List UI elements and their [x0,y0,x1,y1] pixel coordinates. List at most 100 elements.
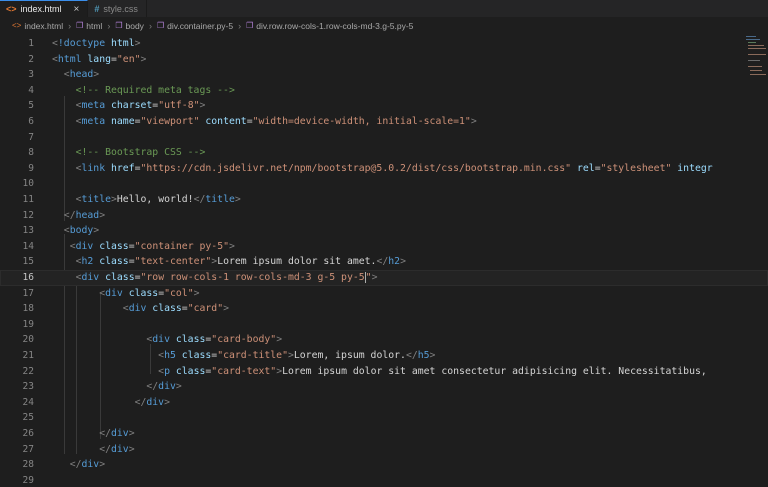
code-line[interactable]: 3 <head> [0,67,768,83]
breadcrumb-item-file[interactable]: <> index.html [12,21,63,31]
line-number: 20 [22,334,34,346]
code-line[interactable]: 9 <link href="https://cdn.jsdelivr.net/n… [0,161,768,177]
code-text: <div class="col"> [52,286,199,302]
code-line[interactable]: 1 <!doctype html> [0,36,768,52]
code-line[interactable]: 16 <div class="row row-cols-1 row-cols-m… [0,270,768,286]
code-line[interactable]: 10 [0,176,768,192]
code-line[interactable]: 23 </div> [0,379,768,395]
line-number: 6 [28,116,34,127]
line-number: 22 [22,365,34,377]
code-token: h5 [417,350,430,361]
code-line[interactable]: 26 </div> [0,426,768,442]
code-token: Hello, world! [116,194,194,205]
line-number: 13 [22,225,34,237]
tab-style-css[interactable]: # style.css [88,0,147,17]
code-token: "text-center" [134,256,212,268]
code-editor[interactable]: 1 <!doctype html> 2 <html lang="en"> 3 <head… [0,34,768,487]
code-text: </div> [52,442,135,458]
code-token: </ [99,428,111,439]
code-token: > [99,209,106,221]
code-line[interactable]: 25 [0,410,768,426]
code-token: "card-body" [211,334,277,346]
breadcrumb-item-body[interactable]: ❒ body [115,21,144,31]
chevron-right-icon: › [238,20,242,31]
code-line[interactable]: 4 <!-- Required meta tags --> [0,83,768,99]
code-line[interactable]: 17 <div class="col"> [0,286,768,302]
code-token: div [158,381,176,393]
code-token: meta [81,116,106,127]
code-line[interactable]: 6 <meta name="viewport" content="width=d… [0,114,768,130]
breadcrumb-item-html[interactable]: ❒ html [76,21,102,31]
code-line[interactable]: 2 <html lang="en"> [0,52,768,68]
code-line[interactable]: 29 [0,473,768,487]
breadcrumb-label: div.row.row-cols-1.row-cols-md-3.g-5.py-… [256,20,414,31]
code-line[interactable]: 22 <p class="card-text">Lorem ipsum dolo… [0,364,768,380]
code-line[interactable]: 19 [0,317,768,333]
code-token: div [128,303,147,315]
code-line[interactable]: 27 </div> [0,442,768,458]
code-token: "https://cdn.jsdelivr.net/npm/bootstrap@… [140,162,572,174]
code-token: </ [134,396,147,408]
code-line[interactable]: 28 </div> [0,457,768,473]
breadcrumb-label: index.html [24,20,64,31]
code-token: </ [69,459,82,471]
code-token: class [175,334,206,346]
code-token: "stylesheet" [600,162,672,174]
code-token: "en" [116,53,141,65]
code-token: > [128,443,135,455]
code-line[interactable]: 21 <h5 class="card-title">Lorem, ipsum d… [0,348,768,364]
code-token: html [57,53,82,65]
code-token: > [175,381,182,393]
code-line[interactable]: 5 <meta charset="utf-8"> [0,98,768,114]
code-token: html [111,38,135,49]
code-text: <head> [52,67,99,83]
code-token: !doctype [57,38,106,49]
code-text: </div> [52,395,170,411]
code-token: rel [576,162,595,174]
line-number: 26 [22,428,34,439]
code-token: class [175,365,206,377]
line-number: 16 [22,272,34,283]
code-line[interactable]: 15 <h2 class="text-center">Lorem ipsum d… [0,254,768,270]
minimap-line [748,60,760,61]
code-line[interactable]: 8 <!-- Bootstrap CSS --> [0,145,768,161]
breadcrumb-item-row[interactable]: ❒ div.row.row-cols-1.row-cols-md-3.g-5.p… [246,21,413,31]
breadcrumb-label: html [86,20,103,31]
code-token: div [105,287,123,299]
code-token: head [69,69,94,81]
code-token: h5 [164,350,176,361]
code-line[interactable]: 18 <div class="card"> [0,301,768,317]
code-token: > [223,303,229,315]
code-token: div [75,240,94,252]
code-token: > [134,38,141,49]
code-token: div [110,443,129,455]
code-line[interactable]: 7 [0,130,768,146]
code-token: </ [193,194,206,205]
line-number: 11 [22,194,34,205]
code-token: > [234,194,241,205]
code-line[interactable]: 12 </head> [0,208,768,224]
code-token: meta [81,100,106,112]
line-number: 5 [28,100,34,112]
tab-index-html[interactable]: <> index.html × [0,0,89,17]
code-token: class [152,303,182,315]
code-token: > [470,116,477,127]
code-token: "container py-5" [134,240,229,252]
code-token: "card-title" [217,350,288,361]
minimap[interactable] [744,36,766,76]
breadcrumb-item-container[interactable]: ❒ div.container.py-5 [157,21,233,31]
code-line[interactable]: 24 </div> [0,395,768,411]
code-token: Lorem ipsum dolor sit amet consectetur a… [282,365,707,377]
code-line[interactable]: 13 <body> [0,223,768,239]
code-token: "col" [164,287,194,299]
code-token: Lorem, ipsum dolor. [293,350,406,361]
close-icon[interactable]: × [74,4,80,15]
code-line[interactable]: 20 <div class="card-body"> [0,332,768,348]
code-line[interactable]: 14 <div class="container py-5"> [0,239,768,255]
code-token: div [152,334,170,346]
code-line[interactable]: 11 <title>Hello, world!</title> [0,192,768,208]
